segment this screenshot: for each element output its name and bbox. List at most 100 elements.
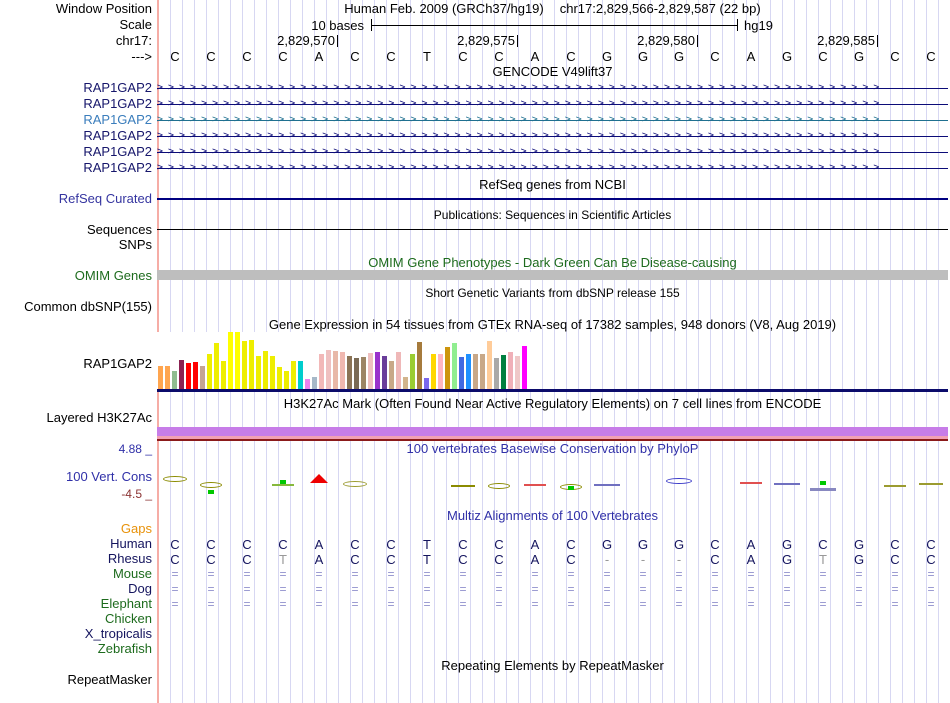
gtex-tissue-bar [242, 341, 247, 389]
phylop-mark-dash [919, 483, 943, 485]
gtex-tissue-bar [193, 362, 198, 389]
phylop-max-label: 4.88 _ [118, 442, 152, 456]
alignment-equals: = [207, 597, 215, 611]
alignment-equals: = [315, 582, 323, 596]
gencode-transcript[interactable]: >>>>>>>>>>>>>>>>>>>>>>>>>>>>>>>>>>>>>>>>… [157, 80, 948, 96]
assembly-short-label: hg19 [744, 18, 773, 33]
gencode-gene-label[interactable]: RAP1GAP2 [0, 129, 152, 143]
layered-h3k27ac-label[interactable]: Layered H3K27Ac [0, 411, 152, 425]
phylop-mark-dash [774, 483, 800, 485]
alignment-equals: = [711, 567, 719, 581]
gencode-gene-label[interactable]: RAP1GAP2 [0, 113, 152, 127]
alignment-equals: = [207, 582, 215, 596]
transcript-direction-arrows: >>>>>>>>>>>>>>>>>>>>>>>>>>>>>>>>>>>>>>>>… [157, 114, 885, 125]
phylop-title: 100 vertebrates Basewise Conservation by… [406, 441, 699, 456]
alignment-equals: = [387, 582, 395, 596]
alignment-base: G [637, 537, 649, 552]
coordinate-tick-mark [877, 35, 878, 47]
gtex-gene-label[interactable]: RAP1GAP2 [0, 357, 152, 371]
alignment-equals: = [495, 597, 503, 611]
transcript-direction-arrows: >>>>>>>>>>>>>>>>>>>>>>>>>>>>>>>>>>>>>>>>… [157, 146, 885, 157]
alignment-base: C [170, 552, 180, 567]
sequences-line[interactable] [157, 229, 948, 230]
species-label-chicken[interactable]: Chicken [0, 612, 152, 626]
alignment-equals: = [675, 597, 683, 611]
window-position-label: Window Position [55, 1, 152, 16]
gtex-tissue-bar [214, 343, 219, 389]
gtex-tissue-bar [319, 354, 324, 389]
alignment-base: A [530, 552, 540, 567]
species-label-x_tropicalis[interactable]: X_tropicalis [0, 627, 152, 641]
alignment-base: A [530, 537, 540, 552]
species-label-rhesus[interactable]: Rhesus [0, 552, 152, 566]
alignment-base: C [350, 537, 360, 552]
species-label-mouse[interactable]: Mouse [0, 567, 152, 581]
gtex-tissue-bar [403, 377, 408, 389]
species-label-dog[interactable]: Dog [0, 582, 152, 596]
alignment-equals: = [855, 567, 863, 581]
alignment-equals: = [567, 582, 575, 596]
alignment-equals: = [495, 567, 503, 581]
refseq-curated-label[interactable]: RefSeq Curated [0, 192, 152, 206]
omim-gene-bar[interactable] [157, 270, 948, 280]
repeatmasker-label[interactable]: RepeatMasker [0, 673, 152, 687]
gtex-tissue-bar [221, 361, 226, 389]
gtex-expression-bars[interactable] [157, 332, 948, 389]
h3k27ac-title: H3K27Ac Mark (Often Found Near Active Re… [283, 396, 822, 411]
reference-base: C [350, 49, 360, 64]
phylop-track-label[interactable]: 100 Vert. Cons [0, 470, 152, 484]
refseq-gene-line[interactable] [157, 198, 948, 200]
gtex-tissue-bar [508, 352, 513, 389]
alignment-equals: = [819, 582, 827, 596]
gencode-transcript[interactable]: >>>>>>>>>>>>>>>>>>>>>>>>>>>>>>>>>>>>>>>>… [157, 160, 948, 176]
alignment-base: C [566, 552, 576, 567]
species-label-human[interactable]: Human [0, 537, 152, 551]
gtex-tissue-bar [389, 361, 394, 389]
phylop-conservation-track[interactable] [157, 460, 948, 500]
omim-genes-label[interactable]: OMIM Genes [0, 269, 152, 283]
reference-base: C [242, 49, 252, 64]
snps-label[interactable]: SNPs [0, 238, 152, 252]
species-label-zebrafish[interactable]: Zebrafish [0, 642, 152, 656]
gencode-title: GENCODE V49lift37 [492, 64, 613, 79]
phylop-mark-peak [310, 474, 328, 483]
alignment-equals: = [171, 582, 179, 596]
phylop-mark-dash [810, 488, 836, 491]
gencode-transcript[interactable]: >>>>>>>>>>>>>>>>>>>>>>>>>>>>>>>>>>>>>>>>… [157, 96, 948, 112]
assembly-title: Human Feb. 2009 (GRCh37/hg19) [344, 1, 544, 16]
species-label-elephant[interactable]: Elephant [0, 597, 152, 611]
alignment-base: - [640, 552, 646, 567]
gencode-gene-label[interactable]: RAP1GAP2 [0, 81, 152, 95]
gtex-tissue-bar [459, 357, 464, 389]
alignment-equals: = [711, 597, 719, 611]
species-label-gaps[interactable]: Gaps [0, 522, 152, 536]
reference-base: A [314, 49, 324, 64]
reference-base: G [673, 49, 685, 64]
common-dbsnp-label[interactable]: Common dbSNP(155) [0, 300, 152, 314]
reference-base: A [530, 49, 540, 64]
gtex-tissue-bar [410, 354, 415, 389]
alignment-base: C [494, 537, 504, 552]
alignment-equals: = [423, 567, 431, 581]
coordinate-tick-label: 2,829,575 [457, 33, 515, 48]
gtex-title: Gene Expression in 54 tissues from GTEx … [268, 317, 837, 332]
alignment-equals: = [639, 582, 647, 596]
coordinate-tick-mark [697, 35, 698, 47]
gencode-transcript[interactable]: >>>>>>>>>>>>>>>>>>>>>>>>>>>>>>>>>>>>>>>>… [157, 128, 948, 144]
gencode-gene-label[interactable]: RAP1GAP2 [0, 161, 152, 175]
gencode-transcript[interactable]: >>>>>>>>>>>>>>>>>>>>>>>>>>>>>>>>>>>>>>>>… [157, 112, 948, 128]
gencode-gene-label[interactable]: RAP1GAP2 [0, 145, 152, 159]
alignment-base: C [242, 537, 252, 552]
alignment-base: C [566, 537, 576, 552]
gtex-tissue-bar [270, 356, 275, 389]
gtex-tissue-bar [473, 354, 478, 389]
ucsc-genome-browser-screenshot: Window Position Human Feb. 2009 (GRCh37/… [0, 0, 950, 703]
alignment-equals: = [783, 567, 791, 581]
gtex-tissue-bar [326, 350, 331, 389]
alignment-equals: = [387, 597, 395, 611]
gencode-gene-label[interactable]: RAP1GAP2 [0, 97, 152, 111]
gencode-transcript[interactable]: >>>>>>>>>>>>>>>>>>>>>>>>>>>>>>>>>>>>>>>>… [157, 144, 948, 160]
alignment-base: - [604, 552, 610, 567]
sequences-label[interactable]: Sequences [0, 223, 152, 237]
h3k27ac-signal-bar[interactable] [157, 427, 948, 436]
